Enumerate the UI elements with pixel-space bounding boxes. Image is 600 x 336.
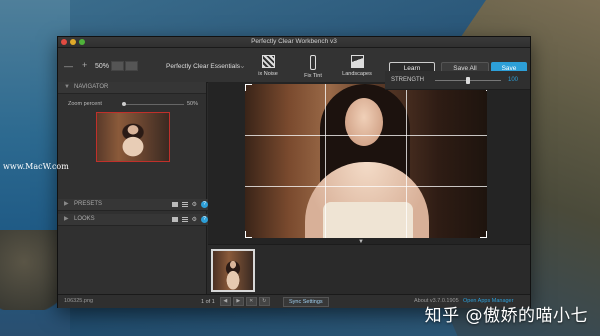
grid-view-icon[interactable] xyxy=(171,217,178,222)
portrait-photo[interactable] xyxy=(245,84,487,238)
zoom-percent-label: Zoom percent xyxy=(68,101,102,107)
tool-fix-noise[interactable]: ix Noise xyxy=(250,55,286,77)
collapse-triangle-icon: ▼ xyxy=(64,84,70,90)
prev-image-button[interactable]: ◀ xyxy=(219,297,231,306)
crop-grid-line xyxy=(245,135,487,136)
grid-view-icon[interactable] xyxy=(171,202,178,207)
strength-value: 100 xyxy=(508,77,519,83)
title-bar: Perfectly Clear Workbench v3 xyxy=(58,37,530,48)
rotate-image-button[interactable]: ↻ xyxy=(258,297,270,306)
crop-handle[interactable] xyxy=(480,231,487,238)
list-view-icon[interactable] xyxy=(181,202,188,207)
zoom-percent-slider[interactable] xyxy=(124,104,184,105)
strength-knob[interactable] xyxy=(466,77,470,84)
zoom-percent-value: 50% xyxy=(186,101,198,107)
tool-label: ix Noise xyxy=(258,71,278,77)
tint-icon xyxy=(310,55,316,70)
zoom-out-button[interactable]: — xyxy=(64,61,73,71)
help-icon[interactable]: ? xyxy=(201,216,208,223)
photo-face xyxy=(345,98,383,146)
navigator-thumbnail[interactable] xyxy=(96,112,170,162)
looks-header-icons: ⚙ ? xyxy=(171,216,208,223)
left-panel: ▼ NAVIGATOR Zoom percent 50% ▶ PRESETS ⚙ ?… xyxy=(58,82,212,294)
filmstrip xyxy=(208,244,530,295)
filmstrip-thumbnail[interactable] xyxy=(211,249,255,292)
zoom-value: 50% xyxy=(95,63,110,70)
help-icon[interactable]: ? xyxy=(201,201,208,208)
looks-title: LOOKS xyxy=(74,216,95,222)
crop-grid-line xyxy=(245,186,487,187)
thumbnail-image xyxy=(213,251,253,290)
next-image-button[interactable]: ▶ xyxy=(232,297,244,306)
landscape-icon xyxy=(350,55,364,68)
crop-grid-line xyxy=(406,84,407,238)
tool-label: Fix Tint xyxy=(304,73,322,79)
page-navigation: 1 of 1 ◀ ▶ ✕ ↻ xyxy=(198,297,270,306)
presets-header-icons: ⚙ ? xyxy=(171,201,208,208)
presets-title: PRESETS xyxy=(74,201,103,207)
view-mode-toggle xyxy=(111,61,138,71)
tool-fix-tint[interactable]: Fix Tint xyxy=(295,55,331,79)
collapse-triangle-icon: ▶ xyxy=(64,216,69,222)
split-view-button[interactable] xyxy=(125,61,138,71)
strength-panel: STRENGTH 100 xyxy=(385,71,530,90)
crop-grid-line xyxy=(325,84,326,238)
zhihu-watermark: 知乎 @傲娇的喵小七 xyxy=(424,306,588,326)
navigator-header[interactable]: ▼ NAVIGATOR xyxy=(58,82,206,94)
presets-header[interactable]: ▶ PRESETS ⚙ ? xyxy=(58,199,212,211)
delete-image-button[interactable]: ✕ xyxy=(245,297,257,306)
gear-icon[interactable]: ⚙ xyxy=(192,217,197,223)
tool-label: Landscapes xyxy=(342,71,372,77)
sync-settings-button[interactable]: Sync Settings xyxy=(283,297,329,307)
strength-label: STRENGTH xyxy=(391,77,424,83)
noise-icon xyxy=(261,55,275,68)
crop-handle[interactable] xyxy=(245,84,252,91)
navigator-zoom-row: Zoom percent 50% xyxy=(58,98,206,110)
zoom-in-button[interactable]: + xyxy=(82,60,87,70)
window-title: Perfectly Clear Workbench v3 xyxy=(251,38,337,45)
navigator-title: NAVIGATOR xyxy=(74,84,109,90)
crop-handle[interactable] xyxy=(245,231,252,238)
watermark-text: www.MacW.com xyxy=(3,162,69,171)
image-canvas[interactable]: ▼ xyxy=(208,82,530,245)
looks-header[interactable]: ▶ LOOKS ⚙ ? xyxy=(58,214,212,226)
list-view-icon[interactable] xyxy=(181,217,188,222)
tool-landscapes[interactable]: Landscapes xyxy=(339,55,375,77)
chevron-down-icon[interactable]: ⌄ xyxy=(239,61,246,70)
single-view-button[interactable] xyxy=(111,61,124,71)
photo-dress xyxy=(323,202,413,238)
collapse-triangle-icon: ▶ xyxy=(64,201,69,207)
preset-selector[interactable]: Perfectly Clear Essentials xyxy=(166,63,240,70)
gear-icon[interactable]: ⚙ xyxy=(192,202,197,208)
zoom-percent-knob[interactable] xyxy=(122,102,126,106)
app-window: Perfectly Clear Workbench v3 — + 50% Per… xyxy=(57,36,531,308)
page-count: 1 of 1 xyxy=(201,298,215,305)
file-name: 106325.png xyxy=(64,298,94,304)
